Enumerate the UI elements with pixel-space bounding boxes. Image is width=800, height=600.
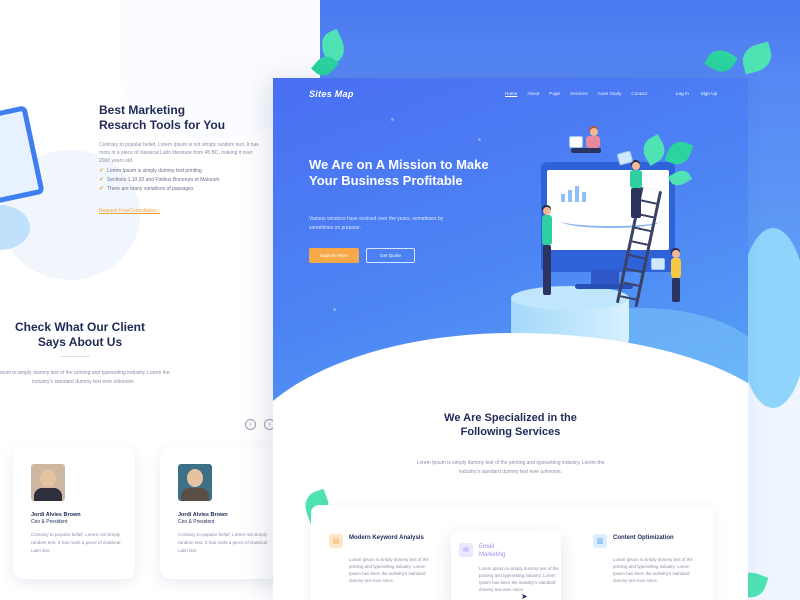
avatar — [31, 464, 65, 501]
email-icon: ✉ — [459, 543, 473, 557]
device-illustration — [0, 105, 45, 205]
services-description-text: Lorem Ipsum is simply dummy text of the … — [416, 460, 605, 475]
check-icon: ✔ — [99, 186, 105, 192]
service-text: Lorem Ipsum is simply dummy text of the … — [479, 566, 559, 592]
client-name: Jordi Alvies Brown — [31, 512, 81, 518]
testimonial-card: Jordi Alvies Brown Ceo & President Contr… — [13, 447, 135, 579]
checklist-item: ✔ Sections 1.10.32 and Finibus Bonorum et… — [99, 176, 220, 185]
services-heading-line1: We Are Specialized in the — [444, 412, 577, 424]
explore-more-button[interactable]: Explore More — [309, 248, 359, 263]
nav-link-home[interactable]: Home — [505, 91, 517, 96]
service-text: Lorem Ipsum is simply dummy text of the … — [349, 557, 429, 583]
client-quote: Contrary to popular belief, Lorem not si… — [31, 532, 121, 553]
nav-link-page[interactable]: Page — [549, 91, 560, 96]
site-logo[interactable]: Sites Map — [309, 89, 354, 99]
client-role: Ceo & President — [178, 519, 215, 525]
check-icon: ✔ — [99, 177, 105, 183]
document-icon: ▤ — [329, 534, 343, 548]
testimonial-heading: Check What Our Client Says About Us — [0, 320, 160, 350]
main-nav: Home About Page Services Case Study Cont… — [505, 91, 647, 96]
checklist-item-text: Lorem Ipsum is simply dummy text printin… — [107, 168, 202, 174]
signup-link[interactable]: Sign Up — [701, 91, 717, 96]
checklist-item-text: Sections 1.10.32 and Finibus Bonorum et … — [107, 177, 220, 183]
sparkle-dot — [333, 308, 336, 311]
services-heading-line2: Following Services — [460, 426, 561, 438]
landing-page-mockup: Sites Map Home About Page Services Case … — [273, 78, 748, 600]
marketing-heading: Best Marketing Resarch Tools for You — [99, 103, 299, 133]
chart-bar — [568, 190, 572, 202]
request-consultation-link[interactable]: Request FreeConsultation › — [99, 208, 160, 214]
service-card-email-marketing[interactable]: ✉ Email Marketing Lorem Ipsum is simply … — [451, 531, 561, 600]
nav-link-case-study[interactable]: Case Study — [598, 91, 622, 96]
service-name: Modern Keyword Analysis — [349, 535, 424, 541]
heading-divider — [60, 356, 90, 357]
service-name: Content Optimization — [613, 535, 674, 541]
testimonial-card: Jordi Alvies Brown Ceo & President Contr… — [160, 447, 282, 579]
testimonial-description: Ipsum is simply dummy text of the printi… — [0, 370, 170, 385]
chart-bar — [561, 194, 565, 202]
client-name: Jordi Alvies Brown — [178, 512, 228, 518]
get-quote-button[interactable]: Get Quote — [366, 248, 415, 263]
auth-links: Log In Sign Up — [676, 91, 717, 96]
service-text: Lorem Ipsum is simply dummy text of the … — [613, 557, 693, 583]
login-link[interactable]: Log In — [676, 91, 689, 96]
laptop-illustration — [569, 136, 583, 148]
marketing-heading-line1: Best Marketing — [99, 103, 186, 117]
sparkle-dot — [478, 138, 481, 141]
marketing-checklist: ✔ Lorem Ipsum is simply dummy text printi… — [99, 167, 220, 194]
nav-link-services[interactable]: Services — [570, 91, 588, 96]
testimonial-heading-line2: Says About Us — [37, 335, 123, 349]
checklist-item: ✔ Lorem Ipsum is simply dummy text printi… — [99, 167, 220, 176]
marketing-heading-line2: Resarch Tools for You — [99, 118, 226, 132]
box-illustration — [651, 258, 665, 270]
mouse-cursor-icon: ➤ — [521, 592, 528, 600]
testimonial-heading-line1: Check What Our Client — [14, 320, 145, 334]
hero-subtitle: Various versions have evolved over the y… — [309, 216, 444, 231]
client-quote: Contrary to popular belief, Lorem not si… — [178, 532, 268, 553]
services-heading: We Are Specialized in the Following Serv… — [273, 411, 748, 439]
services-description: Lorem Ipsum is simply dummy text of the … — [273, 459, 748, 477]
pedestal-top-illustration — [511, 286, 629, 310]
marketing-description: Contrary to popular belief, Lorem Ipsum … — [99, 142, 259, 164]
cyan-shape-decoration — [748, 228, 800, 408]
checklist-item-text: There are many variations of passages — [107, 186, 194, 192]
content-icon: ▥ — [593, 534, 607, 548]
checklist-item: ✔ There are many variations of passages — [99, 185, 220, 194]
chart-bar — [575, 186, 579, 202]
chart-bar — [582, 192, 586, 202]
prev-arrow-button[interactable]: ‹ — [245, 419, 256, 430]
avatar — [178, 464, 212, 501]
left-background-page: Best Marketing Resarch Tools for You Con… — [0, 0, 320, 600]
nav-link-about[interactable]: About — [527, 91, 539, 96]
hero-title: We Are on A Mission to Make Your Busines… — [309, 157, 489, 188]
nav-link-contact[interactable]: Contact — [631, 91, 647, 96]
client-role: Ceo & President — [31, 519, 68, 525]
hero-section: Sites Map Home About Page Services Case … — [273, 78, 748, 533]
service-name: Email Marketing — [479, 544, 506, 558]
check-icon: ✔ — [99, 168, 105, 174]
sparkle-dot — [391, 118, 394, 121]
right-background-strip — [748, 78, 800, 600]
